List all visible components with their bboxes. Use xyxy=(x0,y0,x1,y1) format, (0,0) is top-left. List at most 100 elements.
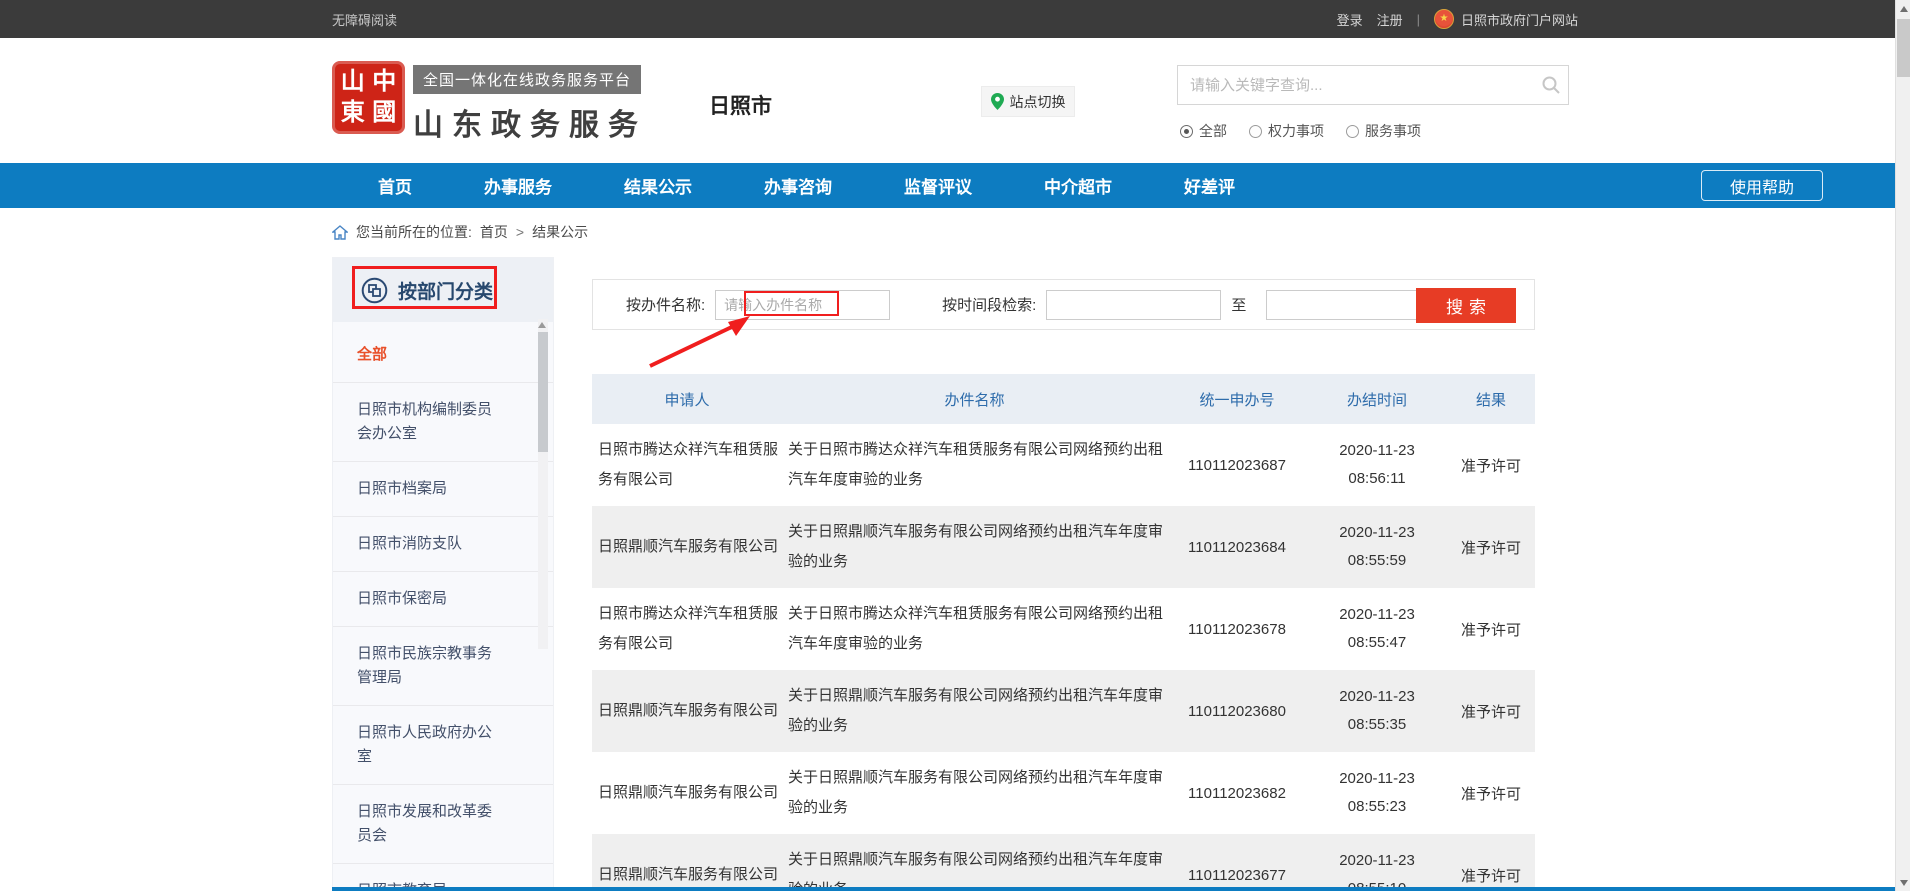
accessibility-link[interactable]: 无障碍阅读 xyxy=(332,10,397,29)
cell-finish-time: 2020-11-23 08:55:10 xyxy=(1307,847,1447,891)
cell-applicant: 日照鼎顺汽车服务有限公司 xyxy=(592,686,782,736)
col-header-apply-no: 统一申办号 xyxy=(1167,389,1307,410)
sidebar-department-item[interactable]: 日照市档案局 xyxy=(333,462,553,517)
cell-result: 准予许可 xyxy=(1447,537,1535,558)
radio-selected-icon xyxy=(1180,125,1193,138)
current-city-label: 日照市 xyxy=(709,90,772,120)
scrollbar-thumb[interactable] xyxy=(1897,19,1910,77)
site-switch-label: 站点切换 xyxy=(1010,92,1066,112)
cell-applicant: 日照鼎顺汽车服务有限公司 xyxy=(592,850,782,891)
nav-item-results[interactable]: 结果公示 xyxy=(588,163,728,208)
cell-applicant: 日照鼎顺汽车服务有限公司 xyxy=(592,768,782,818)
name-filter-input[interactable] xyxy=(715,290,890,320)
breadcrumb-home-link[interactable]: 首页 xyxy=(480,222,508,242)
login-link[interactable]: 登录 xyxy=(1337,10,1363,29)
cell-finish-time: 2020-11-23 08:55:23 xyxy=(1307,765,1447,821)
sidebar-department-item[interactable]: 日照市机构编制委员会办公室 xyxy=(333,383,553,462)
keyword-search-input[interactable] xyxy=(1178,77,1534,94)
cell-apply-no: 110112023678 xyxy=(1167,621,1307,638)
footer-top-edge xyxy=(332,887,1895,891)
sidebar-department-item[interactable]: 日照市人民政府办公室 xyxy=(333,706,553,785)
table-row: 日照鼎顺汽车服务有限公司 关于日照鼎顺汽车服务有限公司网络预约出租汽车年度审验的… xyxy=(592,670,1535,752)
home-icon xyxy=(332,225,348,240)
cell-finish-time: 2020-11-23 08:55:59 xyxy=(1307,519,1447,575)
col-header-item-name: 办件名称 xyxy=(782,389,1167,410)
cell-item-name: 关于日照市腾达众祥汽车租赁服务有限公司网络预约出租汽车年度审验的业务 xyxy=(782,425,1167,505)
table-row: 日照市腾达众祥汽车租赁服务有限公司 关于日照市腾达众祥汽车租赁服务有限公司网络预… xyxy=(592,588,1535,670)
sidebar-department-item[interactable]: 全部 xyxy=(333,328,553,383)
page: 无障碍阅读 登录 注册 | ★ 日照市政府门户网站 山 中 東 國 全国一体化在… xyxy=(0,0,1910,891)
cell-apply-no: 110112023680 xyxy=(1167,703,1307,720)
search-scope-radios: 全部 权力事项 服务事项 xyxy=(1180,121,1421,141)
scrollbar-up-icon[interactable] xyxy=(1896,0,1910,17)
department-category-icon xyxy=(361,277,388,304)
col-header-result: 结果 xyxy=(1447,389,1535,410)
sidebar-title: 按部门分类 xyxy=(398,277,493,304)
cell-result: 准予许可 xyxy=(1447,865,1535,886)
shandong-gov-logo[interactable]: 山 中 東 國 全国一体化在线政务服务平台 山东政务服务 xyxy=(332,61,647,144)
breadcrumb-separator: > xyxy=(516,224,524,240)
cell-apply-no: 110112023684 xyxy=(1167,539,1307,556)
cell-result: 准予许可 xyxy=(1447,455,1535,476)
filter-bar: 按办件名称: 按时间段检索: 至 搜索 xyxy=(592,279,1535,330)
cell-result: 准予许可 xyxy=(1447,619,1535,640)
scope-radio-service-items[interactable]: 服务事项 xyxy=(1346,121,1421,141)
time-to-label: 至 xyxy=(1231,294,1246,315)
sidebar-department-item[interactable]: 日照市消防支队 xyxy=(333,517,553,572)
help-button[interactable]: 使用帮助 xyxy=(1701,170,1823,201)
table-row: 日照鼎顺汽车服务有限公司 关于日照鼎顺汽车服务有限公司网络预约出租汽车年度审验的… xyxy=(592,752,1535,834)
breadcrumb-prefix: 您当前所在的位置: xyxy=(356,222,472,242)
department-sidebar: 按部门分类 全部 日照市机构编制委员会办公室 日照市档案局 日照市消防支队 日照… xyxy=(332,257,554,891)
cell-applicant: 日照鼎顺汽车服务有限公司 xyxy=(592,522,782,572)
city-portal-link[interactable]: ★ 日照市政府门户网站 xyxy=(1434,9,1578,29)
main-nav: 首页 办事服务 结果公示 办事咨询 监督评议 中介超市 好差评 使用帮助 xyxy=(0,163,1910,208)
scope-radio-all[interactable]: 全部 xyxy=(1180,121,1227,141)
sidebar-scroll-up-icon[interactable] xyxy=(538,322,546,328)
keyword-search-box xyxy=(1177,65,1569,105)
cell-apply-no: 110112023677 xyxy=(1167,867,1307,884)
col-header-applicant: 申请人 xyxy=(592,389,782,410)
search-button[interactable]: 搜索 xyxy=(1416,288,1516,323)
breadcrumb: 您当前所在的位置: 首页 > 结果公示 xyxy=(332,222,588,242)
sidebar-department-item[interactable]: 日照市保密局 xyxy=(333,572,553,627)
register-link[interactable]: 注册 xyxy=(1377,10,1403,29)
table-row: 日照市腾达众祥汽车租赁服务有限公司 关于日照市腾达众祥汽车租赁服务有限公司网络预… xyxy=(592,424,1535,506)
sidebar-department-item[interactable]: 日照市民族宗教事务管理局 xyxy=(333,627,553,706)
nav-item-consult[interactable]: 办事咨询 xyxy=(728,163,868,208)
cell-item-name: 关于日照市腾达众祥汽车租赁服务有限公司网络预约出租汽车年度审验的业务 xyxy=(782,589,1167,669)
sidebar-department-list: 全部 日照市机构编制委员会办公室 日照市档案局 日照市消防支队 日照市保密局 日… xyxy=(333,322,553,891)
cell-finish-time: 2020-11-23 08:55:47 xyxy=(1307,601,1447,657)
results-table-header: 申请人 办件名称 统一申办号 办结时间 结果 xyxy=(592,374,1535,424)
sidebar-scrollbar-thumb[interactable] xyxy=(538,332,548,452)
cell-result: 准予许可 xyxy=(1447,783,1535,804)
sidebar-department-item[interactable]: 日照市发展和改革委员会 xyxy=(333,785,553,864)
cell-item-name: 关于日照鼎顺汽车服务有限公司网络预约出租汽车年度审验的业务 xyxy=(782,671,1167,751)
scrollbar-down-icon[interactable] xyxy=(1896,874,1910,891)
platform-badge: 全国一体化在线政务服务平台 xyxy=(413,65,641,94)
nav-item-rating[interactable]: 好差评 xyxy=(1148,163,1271,208)
top-utility-bar: 无障碍阅读 登录 注册 | ★ 日照市政府门户网站 xyxy=(0,0,1910,38)
table-row: 日照鼎顺汽车服务有限公司 关于日照鼎顺汽车服务有限公司网络预约出租汽车年度审验的… xyxy=(592,506,1535,588)
nav-item-services[interactable]: 办事服务 xyxy=(448,163,588,208)
cell-finish-time: 2020-11-23 08:56:11 xyxy=(1307,437,1447,493)
nav-item-home[interactable]: 首页 xyxy=(342,163,448,208)
radio-unselected-icon xyxy=(1346,125,1359,138)
national-emblem-icon: ★ xyxy=(1434,9,1454,29)
search-icon[interactable] xyxy=(1534,75,1568,95)
location-pin-icon xyxy=(991,93,1004,110)
table-row: 日照鼎顺汽车服务有限公司 关于日照鼎顺汽车服务有限公司网络预约出租汽车年度审验的… xyxy=(592,834,1535,891)
nav-item-intermediary[interactable]: 中介超市 xyxy=(1008,163,1148,208)
breadcrumb-current: 结果公示 xyxy=(532,222,588,242)
scope-radio-power-items[interactable]: 权力事项 xyxy=(1249,121,1324,141)
page-scrollbar[interactable] xyxy=(1895,0,1910,891)
time-from-input[interactable] xyxy=(1046,290,1221,320)
topbar-divider: | xyxy=(1417,12,1420,27)
time-filter-label: 按时间段检索: xyxy=(942,294,1036,315)
nav-item-supervision[interactable]: 监督评议 xyxy=(868,163,1008,208)
name-filter-label: 按办件名称: xyxy=(626,294,705,315)
results-table: 申请人 办件名称 统一申办号 办结时间 结果 日照市腾达众祥汽车租赁服务有限公司… xyxy=(592,374,1535,891)
main-content: 按办件名称: 按时间段检索: 至 搜索 申请人 办件名称 统一申办号 办结时间 … xyxy=(592,279,1535,891)
cell-applicant: 日照市腾达众祥汽车租赁服务有限公司 xyxy=(592,589,782,669)
site-switch-button[interactable]: 站点切换 xyxy=(981,86,1075,117)
brand-title: 山东政务服务 xyxy=(413,100,647,144)
